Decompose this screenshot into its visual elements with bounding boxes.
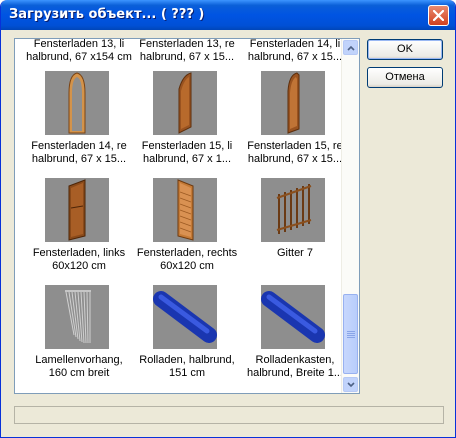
status-bar bbox=[14, 406, 444, 424]
dialog-window: Загрузить объект... ( ??? ) Fensterladen… bbox=[0, 0, 456, 438]
scroll-thumb[interactable] bbox=[343, 294, 358, 374]
vertical-scrollbar[interactable] bbox=[341, 39, 359, 393]
item-caption: Fensterladen 14, li halbrund, 67 x 15... bbox=[247, 38, 343, 63]
ok-button[interactable]: OK bbox=[367, 39, 443, 60]
shutter-left-icon bbox=[45, 178, 109, 242]
title-bar[interactable]: Загрузить объект... ( ??? ) bbox=[1, 0, 455, 30]
roller-box-icon bbox=[261, 285, 325, 349]
item-caption: Lamellenvorhang, 160 cm breit bbox=[35, 354, 123, 379]
grille-icon bbox=[261, 178, 325, 242]
item-caption: Rolladen, halbrund, 151 cm bbox=[139, 354, 235, 379]
chevron-up-icon bbox=[347, 45, 355, 51]
shutter-right-icon bbox=[153, 178, 217, 242]
object-list[interactable]: Fensterladen 13, li halbrund, 67 x154 cm… bbox=[14, 38, 360, 394]
item-caption: Fensterladen 14, re halbrund, 67 x 15... bbox=[31, 140, 127, 165]
item-caption: Fensterladen, rechts 60x120 cm bbox=[136, 247, 238, 272]
item-caption: Rolladenkasten, halbrund, Breite 1... bbox=[246, 354, 343, 379]
scroll-up-button[interactable] bbox=[343, 40, 358, 55]
item-caption: Gitter 7 bbox=[276, 247, 314, 259]
roller-shutter-icon bbox=[153, 285, 217, 349]
arched-shutter-left-icon bbox=[153, 71, 217, 135]
close-button[interactable] bbox=[428, 5, 449, 26]
cancel-button[interactable]: Отмена bbox=[367, 67, 443, 88]
item-caption: Fensterladen 13, re halbrund, 67 x 15... bbox=[139, 38, 235, 63]
scroll-down-button[interactable] bbox=[343, 377, 358, 392]
arched-shutter-right-icon bbox=[261, 71, 325, 135]
vertical-blind-icon bbox=[45, 285, 109, 349]
dialog-body: Fensterladen 13, li halbrund, 67 x154 cm… bbox=[4, 30, 454, 434]
item-caption: Fensterladen 15, li halbrund, 67 x 1... bbox=[141, 140, 233, 165]
window-title: Загрузить объект... ( ??? ) bbox=[9, 7, 205, 22]
chevron-down-icon bbox=[347, 382, 355, 388]
close-icon bbox=[433, 10, 444, 21]
item-caption: Fensterladen, links 60x120 cm bbox=[32, 247, 126, 272]
arched-frame-icon bbox=[45, 71, 109, 135]
item-caption: Fensterladen 15, re halbrund, 67 x 15... bbox=[247, 140, 343, 165]
item-caption: Fensterladen 13, li halbrund, 67 x154 cm bbox=[26, 38, 132, 63]
object-list-content: Fensterladen 13, li halbrund, 67 x154 cm… bbox=[15, 38, 343, 393]
